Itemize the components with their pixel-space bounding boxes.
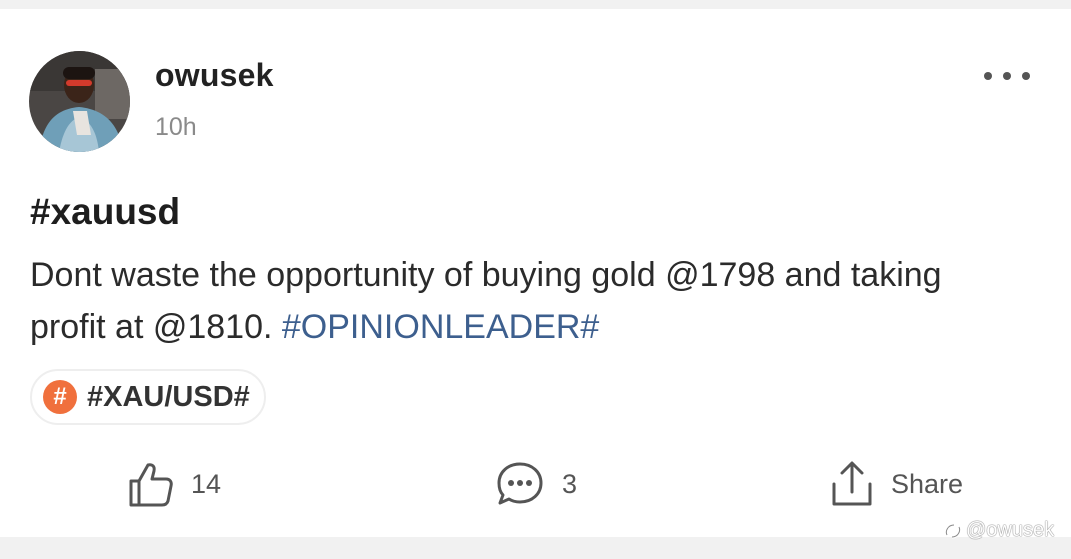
watermark: @owusek [943,519,1054,542]
avatar[interactable] [29,51,130,152]
more-options-button[interactable] [984,69,1030,83]
comment-button[interactable]: 3 [495,457,577,511]
post-body: Dont waste the opportunity of buying gol… [30,249,1020,353]
watermark-text: @owusek [966,519,1055,541]
more-horizontal-icon-dot [1003,72,1011,80]
like-count: 14 [191,468,222,499]
comment-count: 3 [562,468,578,499]
thumbs-up-icon [129,463,173,507]
post-title: #xauusd [30,191,181,232]
topic-chip-label: #XAU/USD# [87,380,250,413]
more-horizontal-icon [984,72,992,80]
post-timestamp: 10h [155,113,197,141]
chat-bubble-icon [497,462,543,505]
post-card: owusek 10h #xauusd Dont waste the opport… [0,9,1071,541]
hashtag-link[interactable]: #OPINIONLEADER# [282,308,599,346]
like-button[interactable]: 14 [126,457,221,511]
share-label: Share [891,468,964,499]
share-upload-icon [832,461,872,506]
more-horizontal-icon-dot [1022,72,1030,80]
share-button[interactable]: Share [830,457,963,511]
topic-chip[interactable]: # #XAU/USD# [30,369,266,425]
watermark-logo-icon [944,523,962,538]
hashtag-icon: # [43,380,77,414]
avatar-image [29,51,130,152]
username[interactable]: owusek [155,57,274,94]
